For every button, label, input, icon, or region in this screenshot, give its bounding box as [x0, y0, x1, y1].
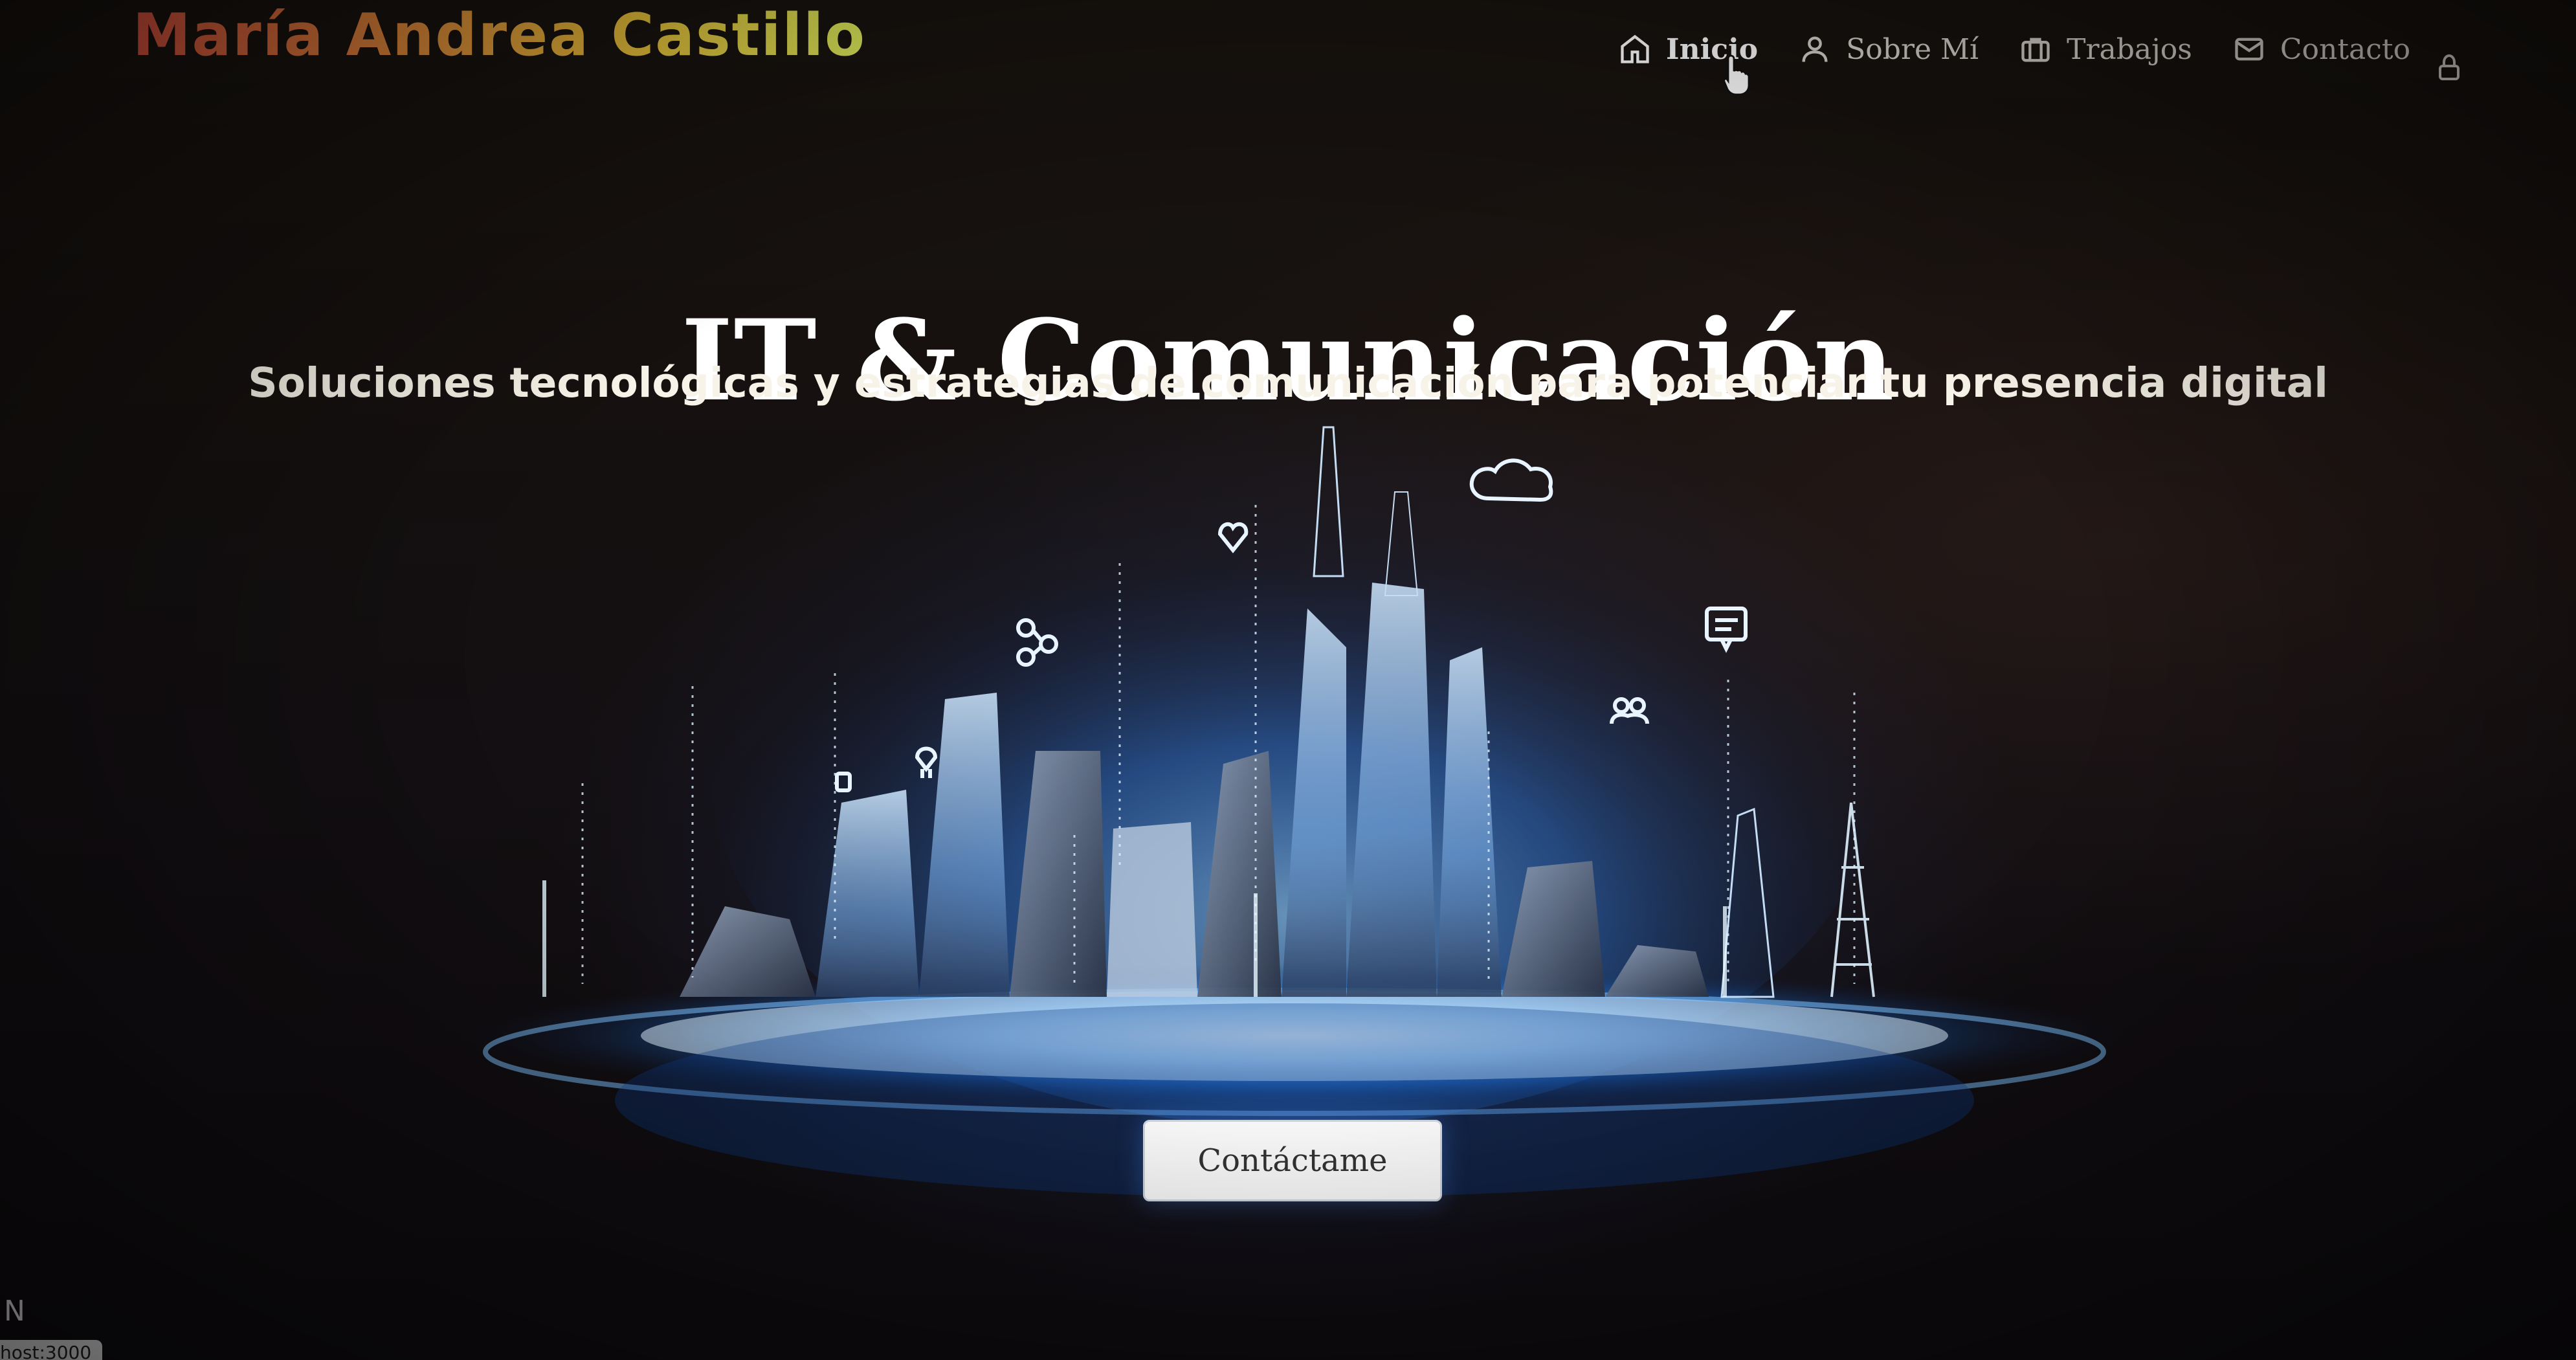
- nav-item-label: Sobre Mí: [1846, 32, 1979, 66]
- dev-indicator[interactable]: N: [4, 1295, 30, 1328]
- hand-cursor-icon: [1723, 54, 1750, 96]
- page-background: María Andrea Castillo Inicio Sobre Mí Tr…: [0, 0, 2576, 1360]
- smart-city-illustration: [466, 426, 2123, 1198]
- nav-item-sobre-mi[interactable]: Sobre Mí: [1798, 32, 1979, 66]
- lock-icon: [2439, 54, 2459, 80]
- nav-item-contacto[interactable]: Contacto: [2232, 32, 2410, 66]
- nav-item-label: Contacto: [2280, 32, 2411, 66]
- nav-item-label: Trabajos: [2067, 32, 2192, 66]
- hero-subtitle: Soluciones tecnológicas y estrategias de…: [248, 359, 2328, 407]
- status-url-pill: host:3000: [0, 1340, 102, 1360]
- home-icon: [1621, 34, 1649, 63]
- briefcase-icon: [2021, 38, 2050, 62]
- brand-logo-text[interactable]: María Andrea Castillo: [133, 0, 866, 71]
- user-icon: [1802, 36, 1828, 62]
- nav-item-trabajos[interactable]: Trabajos: [2019, 32, 2192, 66]
- lock-button[interactable]: [2434, 52, 2465, 83]
- mail-icon: [2235, 38, 2263, 61]
- contact-cta-button[interactable]: Contáctame: [1143, 1120, 1442, 1201]
